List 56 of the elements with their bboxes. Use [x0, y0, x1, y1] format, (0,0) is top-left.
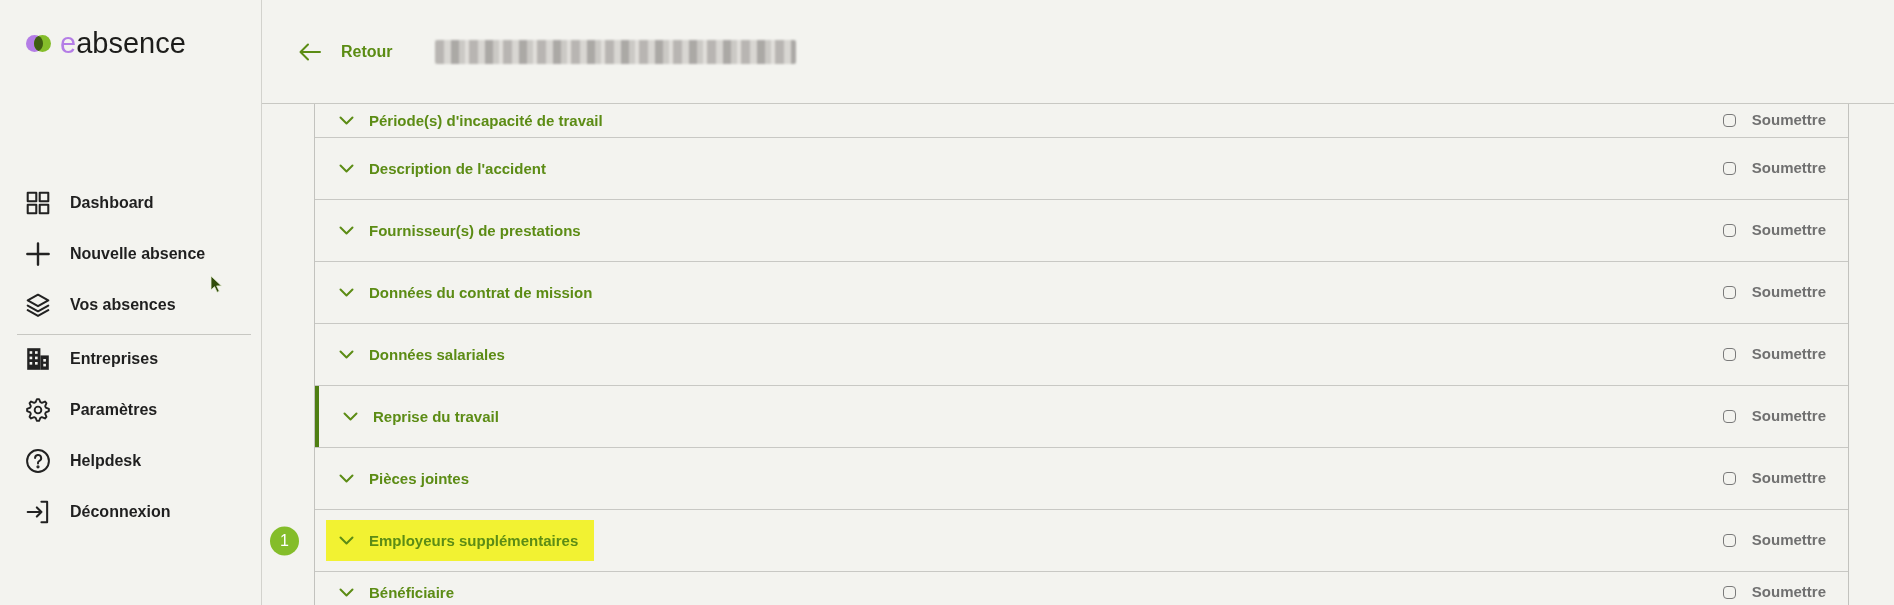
nav-item[interactable]: Nouvelle absence — [0, 232, 261, 276]
nav-item[interactable]: Paramètres — [0, 388, 261, 432]
checkbox-label: Soumettre — [1751, 110, 1826, 131]
grid-icon — [26, 191, 50, 215]
chevron-down-icon — [339, 474, 354, 483]
chevron-down-icon — [339, 116, 354, 125]
logo-text: eabsence — [60, 28, 186, 58]
step-badge: 1 — [270, 526, 299, 555]
accordion-header[interactable]: Données du contrat de mission — [326, 272, 609, 313]
submit-checkbox[interactable] — [1722, 534, 1736, 547]
back-link[interactable]: Retour — [299, 39, 393, 64]
chevron-down-icon — [339, 588, 354, 597]
checkbox-label: Soumettre — [1751, 582, 1826, 603]
logo-icon — [26, 34, 51, 52]
nav-item[interactable]: Dashboard — [0, 181, 261, 225]
accordion-header[interactable]: Reprise du travail — [330, 396, 515, 437]
chevron-down-icon — [339, 164, 354, 173]
submit-checkbox[interactable] — [1722, 224, 1736, 237]
submit-checkbox[interactable] — [1722, 162, 1736, 175]
accordion-header[interactable]: Description de l'accident — [326, 148, 562, 189]
nav-item[interactable]: Entreprises — [0, 337, 261, 381]
back-arrow-icon — [299, 42, 321, 61]
building-icon — [26, 347, 50, 371]
help-icon — [26, 449, 50, 473]
arrow-into-bracket-icon — [26, 500, 50, 524]
submit-checkbox[interactable] — [1722, 114, 1736, 127]
chevron-down-icon — [343, 412, 358, 421]
chevron-down-icon — [339, 536, 354, 545]
accordion-header[interactable]: Bénéficiaire — [326, 572, 471, 605]
nav-item[interactable]: Helpdesk — [0, 439, 261, 483]
chevron-down-icon — [339, 350, 354, 359]
nav-item[interactable]: Déconnexion — [0, 490, 261, 534]
mouse-pointer-icon — [210, 275, 222, 293]
accordion-header[interactable]: Données salariales — [326, 334, 521, 375]
checkbox-label: Soumettre — [1751, 158, 1826, 179]
plus-icon — [26, 242, 50, 266]
chevron-down-icon — [339, 226, 354, 235]
checkbox-label: Soumettre — [1751, 282, 1826, 303]
checkbox-label: Soumettre — [1751, 530, 1826, 551]
checkbox-label: Soumettre — [1751, 220, 1826, 241]
gear-icon — [26, 398, 50, 422]
checkbox-label: Soumettre — [1751, 468, 1826, 489]
checkbox-label: Soumettre — [1751, 344, 1826, 365]
accordion-header[interactable]: Employeurs supplémentaires — [326, 520, 595, 561]
submit-checkbox[interactable] — [1722, 472, 1736, 485]
layers-icon — [26, 293, 50, 317]
submit-checkbox[interactable] — [1722, 286, 1736, 299]
submit-checkbox[interactable] — [1722, 348, 1736, 361]
accordion-header[interactable]: Fournisseur(s) de prestations — [326, 210, 597, 251]
submit-checkbox[interactable] — [1722, 410, 1736, 423]
accordion-header[interactable]: Pièces jointes — [326, 458, 486, 499]
nav-item[interactable]: Vos absences — [0, 283, 261, 327]
chevron-down-icon — [339, 288, 354, 297]
submit-checkbox[interactable] — [1722, 586, 1736, 599]
checkbox-label: Soumettre — [1751, 406, 1826, 427]
accordion-header[interactable]: Période(s) d'incapacité de travail — [326, 104, 619, 141]
